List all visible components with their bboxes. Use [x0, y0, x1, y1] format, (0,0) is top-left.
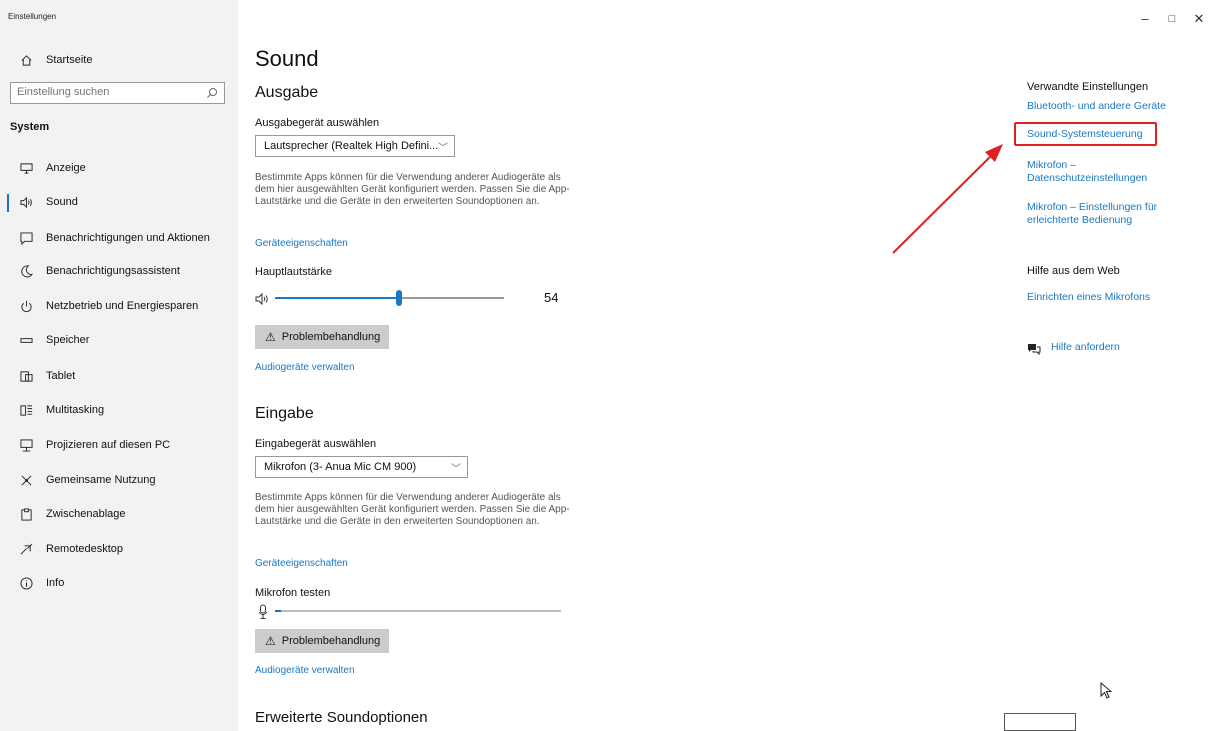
close-button[interactable]: ✕: [1187, 8, 1211, 30]
sidebar-item-label: Projizieren auf diesen PC: [46, 439, 171, 451]
search-box[interactable]: [10, 82, 225, 104]
speaker-icon[interactable]: [255, 292, 270, 306]
microphone-icon: [258, 604, 268, 620]
annotation-arrow: [892, 144, 1003, 254]
input-description: Bestimmte Apps können für die Verwendung…: [255, 492, 570, 527]
sidebar-item-multitasking[interactable]: Multitasking: [10, 396, 235, 424]
moon-icon: [18, 263, 34, 279]
sidebar-item-netzbetrieb-und-energiesparen[interactable]: Netzbetrieb und Energiesparen: [10, 292, 235, 320]
sidebar-item-anzeige[interactable]: Anzeige: [10, 154, 235, 182]
get-help-label: Hilfe anfordern: [1051, 341, 1120, 353]
output-properties-link[interactable]: Geräteeigenschaften: [255, 238, 348, 249]
speaker-icon: [18, 194, 34, 210]
sidebar-item-home[interactable]: Startseite: [10, 46, 235, 74]
output-heading: Ausgabe: [255, 84, 319, 101]
sidebar-item-label: Info: [46, 577, 65, 589]
related-link-bluetooth[interactable]: Bluetooth- und andere Geräte: [1027, 100, 1187, 113]
sidebar-section-title: System: [10, 121, 50, 133]
sidebar-item-speicher[interactable]: Speicher: [10, 326, 235, 354]
sidebar-item-gemeinsame-nutzung[interactable]: Gemeinsame Nutzung: [10, 466, 235, 494]
app-title: Einstellungen: [8, 12, 57, 21]
maximize-button[interactable]: □: [1160, 8, 1184, 30]
volume-value: 54: [544, 290, 559, 305]
chevron-down-icon: ﹀: [451, 464, 461, 475]
chevron-down-icon: ﹀: [438, 143, 448, 154]
related-link-mic-privacy[interactable]: Mikrofon – Datenschutzeinstellungen: [1027, 159, 1167, 185]
minimize-button[interactable]: –: [1133, 8, 1157, 30]
output-device-label: Ausgabegerät auswählen: [255, 117, 380, 129]
sidebar-item-label: Benachrichtigungsassistent: [46, 265, 180, 277]
volume-slider-thumb[interactable]: [395, 290, 402, 306]
input-device-value: Mikrofon (3- Anua Mic CM 900): [264, 461, 417, 473]
sidebar-item-label: Gemeinsame Nutzung: [46, 474, 156, 486]
sidebar-home-label: Startseite: [46, 54, 93, 66]
output-troubleshoot-button[interactable]: ⚠ Problembehandlung: [255, 325, 389, 349]
sidebar-item-info[interactable]: Info: [10, 569, 235, 597]
info-icon: [18, 575, 34, 591]
output-manage-link[interactable]: Audiogeräte verwalten: [255, 362, 355, 373]
sidebar-item-label: Anzeige: [46, 162, 86, 174]
sidebar-item-label: Multitasking: [46, 404, 105, 416]
sidebar-item-projizieren-auf-diesen-pc[interactable]: Projizieren auf diesen PC: [10, 431, 235, 459]
warning-icon: ⚠: [265, 330, 276, 344]
mic-test-label: Mikrofon testen: [255, 587, 331, 599]
mic-level-fill: [275, 610, 281, 612]
sidebar-item-benachrichtigungen-und-aktionen[interactable]: Benachrichtigungen und Aktionen: [10, 224, 235, 252]
output-troubleshoot-label: Problembehandlung: [281, 331, 381, 343]
input-device-label: Eingabegerät auswählen: [255, 438, 377, 450]
chat-icon: [1027, 342, 1041, 355]
output-device-value: Lautsprecher (Realtek High Defini...: [264, 140, 439, 152]
multitasking-icon: [18, 402, 34, 418]
page-title: Sound: [255, 46, 319, 71]
related-link-sound-control-panel[interactable]: Sound-Systemsteuerung: [1027, 128, 1143, 141]
share-icon: [18, 472, 34, 488]
remote-icon: [18, 541, 34, 557]
search-icon[interactable]: [206, 87, 218, 99]
partial-window-fragment: [1004, 713, 1076, 731]
get-help-button[interactable]: Hilfe anfordern: [1027, 341, 1120, 355]
sidebar-item-label: Sound: [46, 196, 78, 208]
project-icon: [18, 437, 34, 453]
power-icon: [18, 298, 34, 314]
advanced-heading: Erweiterte Soundoptionen: [255, 709, 428, 726]
home-icon: [18, 52, 34, 68]
help-heading: Hilfe aus dem Web: [1027, 265, 1120, 277]
clipboard-icon: [18, 506, 34, 522]
search-input[interactable]: [17, 86, 197, 98]
output-device-select[interactable]: Lautsprecher (Realtek High Defini... ﹀: [255, 135, 455, 157]
sidebar-item-label: Tablet: [46, 370, 76, 382]
sidebar-item-label: Netzbetrieb und Energiesparen: [46, 300, 199, 312]
sidebar-item-label: Remotedesktop: [46, 543, 124, 555]
sidebar-item-benachrichtigungsassistent[interactable]: Benachrichtigungsassistent: [10, 257, 235, 285]
input-device-select[interactable]: Mikrofon (3- Anua Mic CM 900) ﹀: [255, 456, 468, 478]
volume-slider-fill: [275, 297, 399, 299]
active-indicator: [7, 194, 9, 212]
storage-icon: [18, 332, 34, 348]
warning-icon: ⚠: [265, 634, 276, 648]
sidebar-item-zwischenablage[interactable]: Zwischenablage: [10, 500, 235, 528]
input-troubleshoot-button[interactable]: ⚠ Problembehandlung: [255, 629, 389, 653]
sidebar-item-sound[interactable]: Sound: [10, 188, 235, 216]
input-heading: Eingabe: [255, 405, 314, 422]
volume-label: Hauptlautstärke: [255, 266, 333, 278]
monitor-icon: [18, 160, 34, 176]
tablet-icon: [18, 368, 34, 384]
sidebar-item-label: Zwischenablage: [46, 508, 126, 520]
sidebar-item-label: Speicher: [46, 334, 90, 346]
input-troubleshoot-label: Problembehandlung: [281, 635, 381, 647]
related-heading: Verwandte Einstellungen: [1027, 81, 1149, 93]
input-properties-link[interactable]: Geräteeigenschaften: [255, 558, 348, 569]
mouse-cursor-icon: [1100, 682, 1112, 699]
input-manage-link[interactable]: Audiogeräte verwalten: [255, 665, 355, 676]
volume-slider[interactable]: [275, 290, 504, 306]
sidebar-item-remotedesktop[interactable]: Remotedesktop: [10, 535, 235, 563]
output-description: Bestimmte Apps können für die Verwendung…: [255, 172, 570, 207]
related-link-mic-accessibility[interactable]: Mikrofon – Einstellungen für erleichtert…: [1027, 201, 1177, 227]
sidebar-item-tablet[interactable]: Tablet: [10, 362, 235, 390]
sidebar-item-label: Benachrichtigungen und Aktionen: [46, 232, 210, 244]
mic-level-meter: [275, 610, 561, 612]
notification-icon: [18, 230, 34, 246]
help-link-mic-setup[interactable]: Einrichten eines Mikrofons: [1027, 291, 1150, 304]
